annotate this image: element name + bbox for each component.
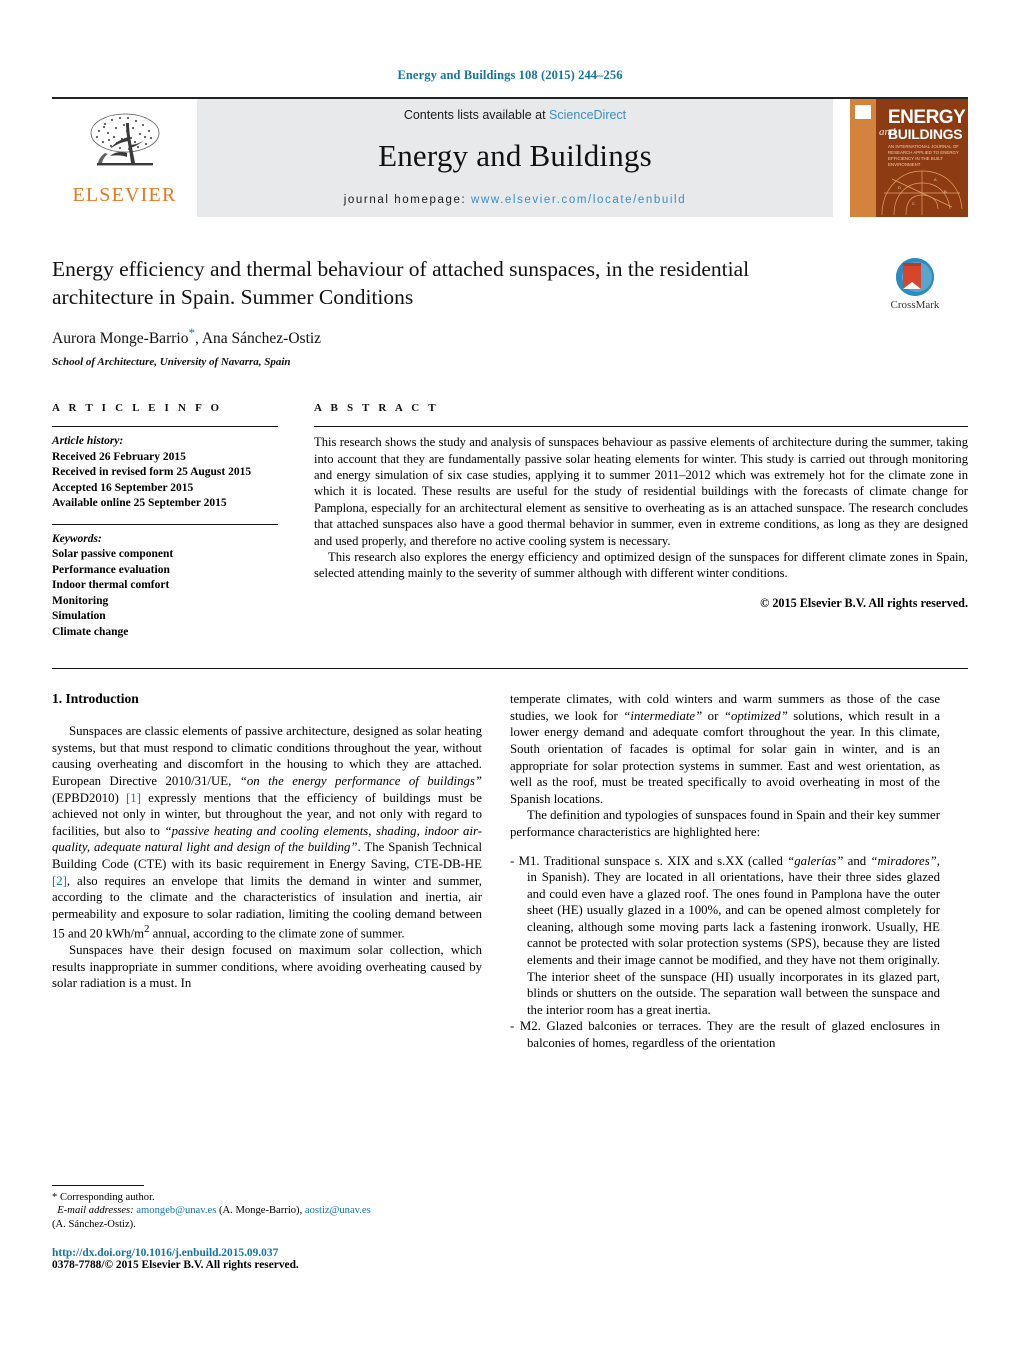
intro-p1-quote-1: “on the energy performance of buildings” bbox=[239, 773, 482, 788]
m1-part-c: , in Spanish). They are located in all o… bbox=[527, 853, 940, 1017]
keywords-label: Keywords: bbox=[52, 532, 102, 545]
contents-prefix: Contents lists available at bbox=[403, 108, 550, 122]
journal-cover-image: and ENERGY BUILDINGS AN INTERNATIONAL JO… bbox=[850, 99, 968, 217]
m1-part-a: M1. Traditional sunspace s. XIX and s.XX… bbox=[518, 853, 788, 868]
homepage-url-link[interactable]: www.elsevier.com/locate/enbuild bbox=[471, 194, 686, 206]
journal-title: Energy and Buildings bbox=[378, 138, 652, 173]
body-columns: 1. Introduction Sunspaces are classic el… bbox=[52, 691, 968, 1271]
cover-publisher-mark-icon bbox=[855, 105, 871, 119]
abstract-paragraph-1: This research shows the study and analys… bbox=[314, 435, 968, 548]
svg-text:A: A bbox=[934, 177, 937, 182]
contents-available-line: Contents lists available at ScienceDirec… bbox=[404, 108, 626, 122]
typology-item-m2: - M2. Glazed balconies or terraces. They… bbox=[510, 1018, 940, 1051]
email-owner-2: (A. Sánchez-Ostiz). bbox=[52, 1218, 136, 1230]
right-p1-part-b: or bbox=[702, 708, 724, 723]
right-paragraph-2: The definition and typologies of sunspac… bbox=[510, 808, 940, 839]
journal-cover-block: and ENERGY BUILDINGS AN INTERNATIONAL JO… bbox=[833, 99, 968, 217]
email-link-2[interactable]: aostiz@unav.es bbox=[305, 1205, 371, 1216]
citation-ref-2[interactable]: [2] bbox=[52, 874, 67, 888]
crossmark-label: CrossMark bbox=[890, 299, 940, 311]
history-item: Received in revised form 25 August 2015 bbox=[52, 466, 252, 479]
svg-text:D: D bbox=[898, 185, 901, 190]
crossmark-icon bbox=[896, 258, 934, 296]
email-addresses-note: E-mail addresses: amongeb@unav.es (A. Mo… bbox=[52, 1204, 482, 1217]
email-owner-1: (A. Monge-Barrio), bbox=[216, 1205, 305, 1217]
article-info-rule bbox=[52, 426, 278, 428]
issn-copyright-line: 0378-7788/© 2015 Elsevier B.V. All right… bbox=[52, 1259, 299, 1272]
email-label: E-mail addresses: bbox=[57, 1205, 134, 1217]
doi-block: http://dx.doi.org/10.1016/j.enbuild.2015… bbox=[52, 1247, 482, 1271]
intro-p1-part-b: (EPBD2010) bbox=[52, 790, 127, 805]
m1-part-b: and bbox=[843, 853, 871, 868]
article-info-heading: A R T I C L E I N F O bbox=[52, 402, 223, 415]
abstract-column: A B S T R A C T This research shows the … bbox=[304, 402, 968, 640]
corresponding-author-note: * Corresponding author. bbox=[52, 1191, 155, 1203]
elsevier-wordmark: ELSEVIER bbox=[72, 184, 177, 206]
email-link-1[interactable]: amongeb@unav.es bbox=[136, 1205, 216, 1216]
author-1: Aurora Monge-Barrio bbox=[52, 330, 189, 348]
abstract-heading: A B S T R A C T bbox=[314, 402, 439, 415]
svg-text:C: C bbox=[912, 201, 915, 206]
history-item: Accepted 16 September 2015 bbox=[52, 481, 194, 494]
section-title-introduction: 1. Introduction bbox=[52, 691, 139, 707]
typology-item-m1: - M1. Traditional sunspace s. XIX and s.… bbox=[510, 853, 940, 1019]
history-item: Received 26 February 2015 bbox=[52, 450, 186, 463]
intro-paragraph-1: Sunspaces are classic elements of passiv… bbox=[52, 723, 482, 942]
history-item: Available online 25 September 2015 bbox=[52, 497, 227, 510]
abstract-paragraph-2: This research also explores the energy e… bbox=[314, 550, 968, 581]
article-info-column: A R T I C L E I N F O Article history: R… bbox=[52, 402, 304, 640]
intro-p1-part-f: annual, according to the climate zone of… bbox=[149, 926, 405, 941]
right-column: temperate climates, with cold winters an… bbox=[510, 691, 940, 1271]
m2-text: M2. Glazed balconies or terraces. They a… bbox=[519, 1019, 940, 1051]
bullet-marker: - bbox=[510, 853, 515, 868]
elsevier-logo-block: ELSEVIER bbox=[52, 99, 197, 217]
footnote-block: * Corresponding author. E-mail addresses… bbox=[52, 1184, 482, 1271]
affiliation: School of Architecture, University of Na… bbox=[52, 356, 291, 369]
author-2: , Ana Sánchez-Ostiz bbox=[194, 330, 322, 348]
masthead-center: Contents lists available at ScienceDirec… bbox=[197, 99, 833, 217]
cover-artwork: A B C D bbox=[881, 170, 963, 216]
info-abstract-section: A R T I C L E I N F O Article history: R… bbox=[52, 402, 968, 640]
cover-buildings-word: BUILDINGS bbox=[888, 126, 963, 142]
paper-page: Energy and Buildings 108 (2015) 244–256 bbox=[0, 0, 1020, 1351]
bullet-marker: - bbox=[510, 1019, 515, 1034]
elsevier-tree-icon bbox=[90, 113, 159, 166]
keyword-item: Indoor thermal comfort bbox=[52, 579, 170, 592]
doi-link[interactable]: http://dx.doi.org/10.1016/j.enbuild.2015… bbox=[52, 1247, 482, 1259]
citation-ref-1[interactable]: [1] bbox=[126, 791, 141, 805]
sciencedirect-link[interactable]: ScienceDirect bbox=[549, 108, 626, 122]
m1-term-miradores: “miradores” bbox=[870, 853, 937, 868]
right-p1-quote-2: “optimized” bbox=[723, 708, 788, 723]
intro-paragraph-2: Sunspaces have their design focused on m… bbox=[52, 943, 482, 991]
left-column: 1. Introduction Sunspaces are classic el… bbox=[52, 691, 482, 1271]
keyword-item: Monitoring bbox=[52, 594, 109, 607]
right-p1-quote-1: “intermediate” bbox=[623, 708, 703, 723]
homepage-prefix: journal homepage: bbox=[343, 194, 472, 206]
keywords-rule bbox=[52, 523, 278, 525]
author-list: Aurora Monge-Barrio*, Ana Sánchez-Ostiz bbox=[52, 325, 968, 348]
svg-text:B: B bbox=[944, 189, 947, 194]
title-block: Energy efficiency and thermal behaviour … bbox=[52, 255, 968, 368]
right-p1-part-c: solutions, which result in a lower energ… bbox=[510, 708, 940, 806]
journal-reference: Energy and Buildings 108 (2015) 244–256 bbox=[397, 68, 623, 82]
page-title: Energy efficiency and thermal behaviour … bbox=[52, 257, 750, 309]
article-history-label: Article history: bbox=[52, 435, 124, 448]
abstract-copyright: © 2015 Elsevier B.V. All rights reserved… bbox=[760, 595, 968, 610]
keyword-item: Performance evaluation bbox=[52, 563, 170, 576]
keyword-item: Climate change bbox=[52, 625, 129, 638]
keyword-item: Solar passive component bbox=[52, 548, 174, 561]
journal-homepage-line: journal homepage: www.elsevier.com/locat… bbox=[344, 194, 686, 206]
abstract-rule bbox=[314, 426, 968, 428]
keyword-item: Simulation bbox=[52, 610, 106, 623]
footnote-rule bbox=[52, 1184, 144, 1186]
body-separator-rule bbox=[52, 668, 968, 670]
right-paragraph-1: temperate climates, with cold winters an… bbox=[510, 691, 940, 807]
journal-masthead: ELSEVIER Contents lists available at Sci… bbox=[52, 97, 968, 217]
crossmark-badge[interactable]: CrossMark bbox=[862, 257, 968, 319]
m1-term-galerias: “galerías” bbox=[787, 853, 844, 868]
